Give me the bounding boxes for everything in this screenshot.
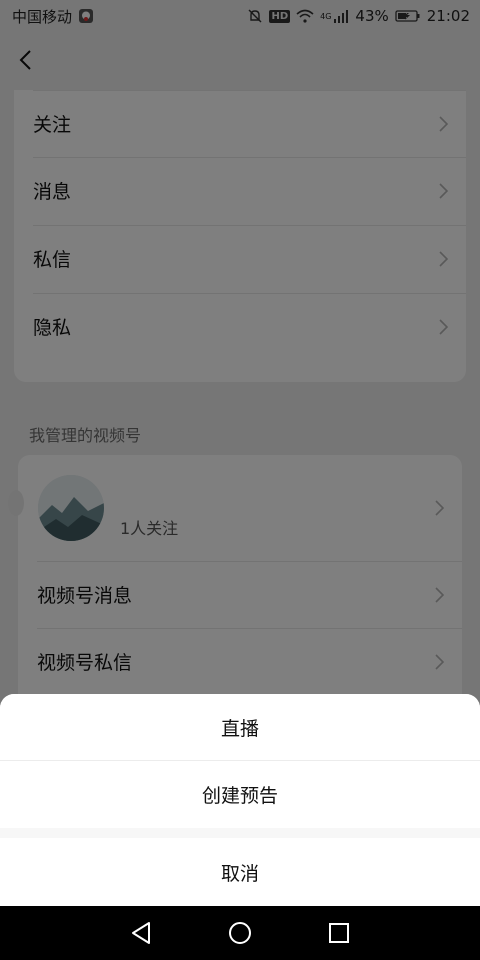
battery-charging-icon [395, 9, 421, 23]
back-triangle-icon[interactable] [130, 921, 152, 945]
side-handle [8, 490, 24, 516]
nav-bar [0, 32, 480, 90]
hd-badge: HD [269, 9, 291, 23]
chevron-right-icon [439, 115, 448, 132]
list-item-label: 消息 [33, 181, 72, 203]
chevron-right-icon [439, 318, 448, 335]
network-type: 4G [320, 12, 332, 21]
clock: 21:02 [426, 7, 470, 25]
list-item-label: 视频号消息 [37, 585, 133, 607]
row-divider [33, 157, 466, 158]
list-item-label: 私信 [33, 249, 72, 271]
chevron-right-icon [439, 250, 448, 267]
status-right: HD 4G 43% 21:02 [247, 7, 470, 25]
list-item-follow[interactable]: 关注 [14, 90, 466, 157]
mute-icon [247, 8, 263, 24]
chevron-left-icon [19, 50, 31, 70]
row-divider [37, 561, 462, 562]
qq-notification-icon [78, 8, 94, 24]
list-item-label: 关注 [33, 114, 72, 136]
row-divider [33, 293, 466, 294]
avatar [38, 475, 104, 541]
action-sheet: 直播 创建预告 取消 [0, 694, 480, 906]
status-left: 中国移动 [12, 6, 94, 27]
live-button[interactable]: 直播 [0, 694, 480, 760]
list-item-label: 视频号私信 [37, 652, 133, 674]
follower-count: 1人关注 [120, 519, 179, 538]
list-item-privacy[interactable]: 隐私 [14, 293, 466, 360]
row-divider [33, 90, 466, 91]
row-divider [33, 225, 466, 226]
row-divider [37, 628, 462, 629]
back-button[interactable] [12, 46, 40, 74]
settings-content[interactable]: 关注 消息 私信 隐私 我管理的视频号 1人关注 视频号消息 视频号私信 [0, 90, 480, 694]
recents-square-icon[interactable] [328, 922, 350, 944]
chevron-right-icon [435, 500, 444, 516]
list-item-channel-direct-messages[interactable]: 视频号私信 [18, 628, 462, 694]
battery-percent: 43% [355, 7, 389, 25]
system-nav-bar [0, 906, 480, 960]
section-title: 我管理的视频号 [29, 426, 142, 445]
settings-card: 关注 消息 私信 隐私 [14, 90, 466, 382]
list-item-messages[interactable]: 消息 [14, 157, 466, 224]
signal-icon [333, 9, 349, 23]
wifi-icon [296, 9, 314, 23]
cancel-button[interactable]: 取消 [0, 838, 480, 906]
home-circle-icon[interactable] [228, 921, 252, 945]
carrier-name: 中国移动 [12, 7, 73, 26]
list-item-channel-messages[interactable]: 视频号消息 [18, 561, 462, 628]
chevron-right-icon [439, 182, 448, 199]
create-preview-button[interactable]: 创建预告 [0, 761, 480, 828]
chevron-right-icon [435, 653, 444, 670]
channel-card: 1人关注 视频号消息 视频号私信 [8, 455, 462, 694]
status-bar: 中国移动 HD 4G 43% 21:02 [0, 0, 480, 32]
channel-profile-row[interactable]: 1人关注 [8, 455, 462, 561]
list-item-direct-messages[interactable]: 私信 [14, 225, 466, 292]
chevron-right-icon [435, 586, 444, 603]
list-item-label: 隐私 [33, 317, 72, 339]
